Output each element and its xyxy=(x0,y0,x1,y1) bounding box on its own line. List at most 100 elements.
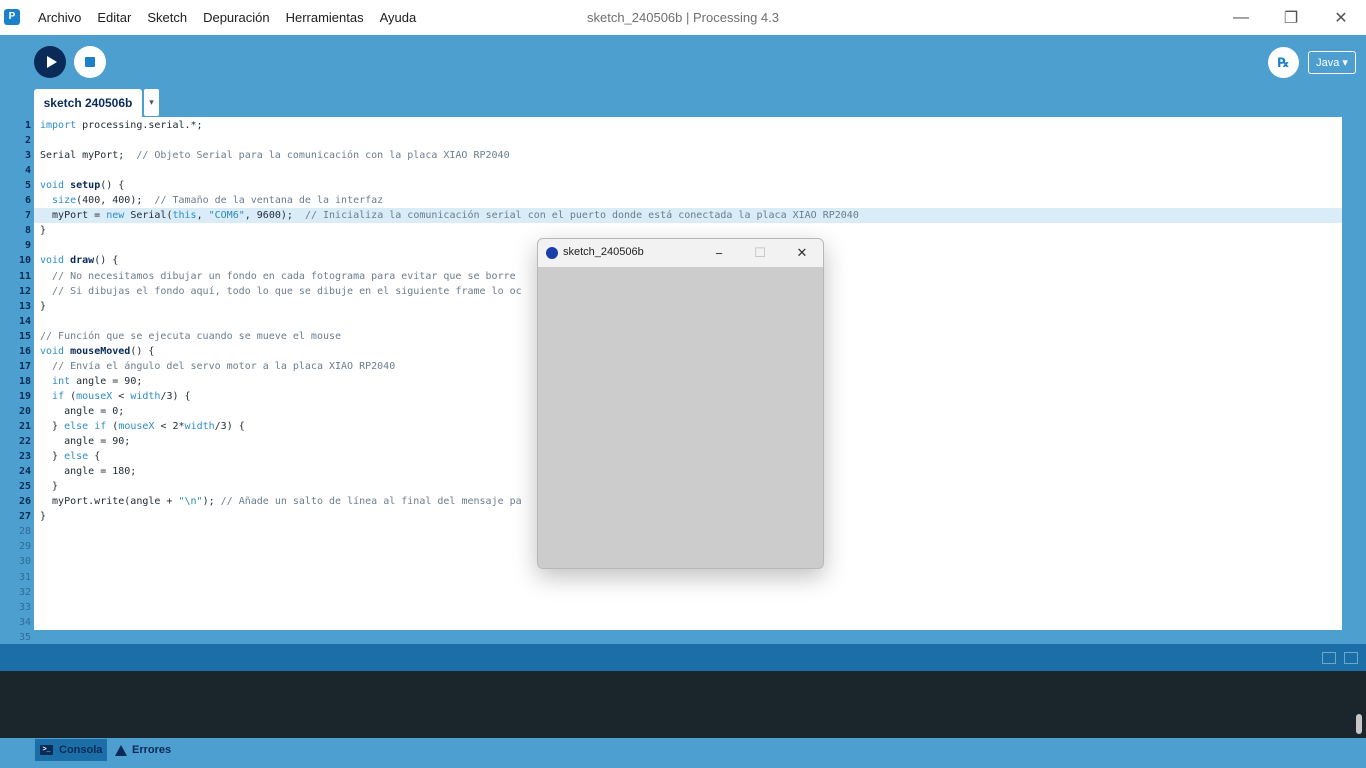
code-line: 5 void setup() { xyxy=(0,178,1342,193)
code-text: } else { xyxy=(40,451,101,463)
code-text: void setup() { xyxy=(40,180,125,192)
line-number: 5 xyxy=(24,180,31,192)
line-number: 4 xyxy=(24,165,31,177)
code-text: void mouseMoved() { xyxy=(40,345,155,357)
menu-herramientas[interactable]: Herramientas xyxy=(278,10,372,25)
clear-console-icon[interactable] xyxy=(1344,652,1358,664)
sketch-minimize-icon[interactable]: − xyxy=(704,243,734,263)
sketch-close-icon[interactable]: ✕ xyxy=(787,243,817,263)
code-line: 31 xyxy=(0,570,1342,585)
sketch-window-titlebar[interactable]: sketch_240506b − ☐ ✕ xyxy=(538,239,823,267)
sketch-tab[interactable]: sketch 240506b xyxy=(34,89,142,117)
line-number: 30 xyxy=(18,556,31,568)
tab-console[interactable]: >_ Consola xyxy=(35,739,107,761)
code-line: 3 Serial myPort; // Objeto Serial para la… xyxy=(0,148,1342,163)
line-number: 26 xyxy=(18,496,31,508)
code-text: // Función que se ejecuta cuando se muev… xyxy=(40,330,342,342)
minimize-icon[interactable]: — xyxy=(1216,0,1266,35)
line-number: 19 xyxy=(18,390,31,402)
line-number: 12 xyxy=(18,285,31,297)
code-line: 34 xyxy=(0,615,1342,630)
editor-scrollbar[interactable] xyxy=(1342,117,1366,644)
menu-bar: Archivo Editar Sketch Depuración Herrami… xyxy=(30,0,424,35)
line-number: 33 xyxy=(18,601,31,613)
code-text: size(400, 400); // Tamaño de la ventana … xyxy=(52,195,384,207)
debugger-icon[interactable]: ℞ xyxy=(1268,47,1299,78)
sketch-window-title: sketch_240506b xyxy=(563,246,644,258)
line-number: 27 xyxy=(18,511,31,523)
processing-logo-icon: P xyxy=(4,9,20,25)
line-number: 31 xyxy=(18,571,31,583)
code-line: 33 xyxy=(0,600,1342,615)
sketch-maximize-icon[interactable]: ☐ xyxy=(745,243,775,263)
console-scrollbar[interactable] xyxy=(1356,714,1362,734)
code-text: // Envía el ángulo del servo motor a la … xyxy=(52,360,396,372)
code-text: int angle = 90; xyxy=(52,375,143,387)
line-number: 8 xyxy=(24,225,31,237)
menu-ayuda[interactable]: Ayuda xyxy=(372,10,425,25)
terminal-icon: >_ xyxy=(40,745,53,755)
sketch-canvas[interactable] xyxy=(538,267,823,568)
code-text: angle = 180; xyxy=(40,466,137,478)
code-line: 8} xyxy=(0,223,1342,238)
tab-errors[interactable]: Errores xyxy=(115,739,171,761)
code-text: import processing.serial.*; xyxy=(40,120,203,131)
line-number: 22 xyxy=(18,436,31,448)
line-number: 29 xyxy=(18,541,31,553)
line-number: 7 xyxy=(24,210,31,222)
code-text: myPort = new Serial(this, "COM6", 9600);… xyxy=(40,210,859,222)
line-number: 13 xyxy=(18,300,31,312)
line-number: 2 xyxy=(24,135,31,147)
restore-icon[interactable]: ❐ xyxy=(1266,0,1316,35)
code-text: Serial myPort; // Objeto Serial para la … xyxy=(40,150,510,162)
code-line: 7 myPort = new Serial(this, "COM6", 9600… xyxy=(0,208,1342,223)
code-text: } xyxy=(40,511,47,523)
line-number: 16 xyxy=(18,345,31,357)
code-text: } xyxy=(40,300,47,312)
line-number: 32 xyxy=(18,586,31,598)
code-text: } else if (mouseX < 2*width/3) { xyxy=(40,421,245,432)
code-text: angle = 90; xyxy=(40,436,131,448)
sketch-app-icon xyxy=(546,247,558,259)
line-number: 23 xyxy=(18,451,31,463)
line-number: 14 xyxy=(18,315,31,327)
code-text: myPort.write(angle + "\n"); // Añade un … xyxy=(40,496,522,508)
code-text: void draw() { xyxy=(40,255,119,267)
line-number: 25 xyxy=(18,481,31,493)
line-number: 15 xyxy=(18,330,31,342)
stop-button[interactable] xyxy=(74,46,106,78)
warning-icon xyxy=(115,744,127,756)
line-number: 34 xyxy=(18,616,31,628)
line-number: 10 xyxy=(18,255,31,267)
status-bar xyxy=(0,738,1366,768)
line-number: 21 xyxy=(18,421,31,432)
tab-errors-label: Errores xyxy=(132,744,172,756)
code-line: 6 size(400, 400); // Tamaño de la ventan… xyxy=(0,193,1342,208)
menu-sketch[interactable]: Sketch xyxy=(139,10,195,25)
close-icon[interactable]: ✕ xyxy=(1316,0,1366,35)
copy-icon[interactable] xyxy=(1322,652,1336,664)
line-number: 24 xyxy=(18,466,31,478)
code-text: } xyxy=(40,481,59,493)
code-text: angle = 0; xyxy=(40,405,125,417)
sketch-window[interactable]: sketch_240506b − ☐ ✕ xyxy=(537,238,824,569)
tab-menu-button[interactable]: ▾ xyxy=(144,89,159,116)
run-button[interactable] xyxy=(34,46,66,78)
menu-editar[interactable]: Editar xyxy=(89,10,139,25)
menu-depuracion[interactable]: Depuración xyxy=(195,10,278,25)
code-text: if (mouseX < width/3) { xyxy=(52,390,191,402)
line-number: 9 xyxy=(24,240,31,252)
menu-archivo[interactable]: Archivo xyxy=(30,10,89,25)
code-line: 35 xyxy=(0,630,1342,645)
title-bar: P Archivo Editar Sketch Depuración Herra… xyxy=(0,0,1366,35)
line-number: 17 xyxy=(18,360,31,372)
code-text: } xyxy=(40,225,47,237)
console-output[interactable] xyxy=(0,671,1366,738)
tab-console-label: Consola xyxy=(59,744,103,756)
line-number: 6 xyxy=(24,195,31,207)
console-header xyxy=(0,644,1366,671)
line-number: 18 xyxy=(18,375,31,387)
line-number: 20 xyxy=(18,405,31,417)
code-line: 32 xyxy=(0,585,1342,600)
mode-selector[interactable]: Java ▾ xyxy=(1308,51,1356,74)
